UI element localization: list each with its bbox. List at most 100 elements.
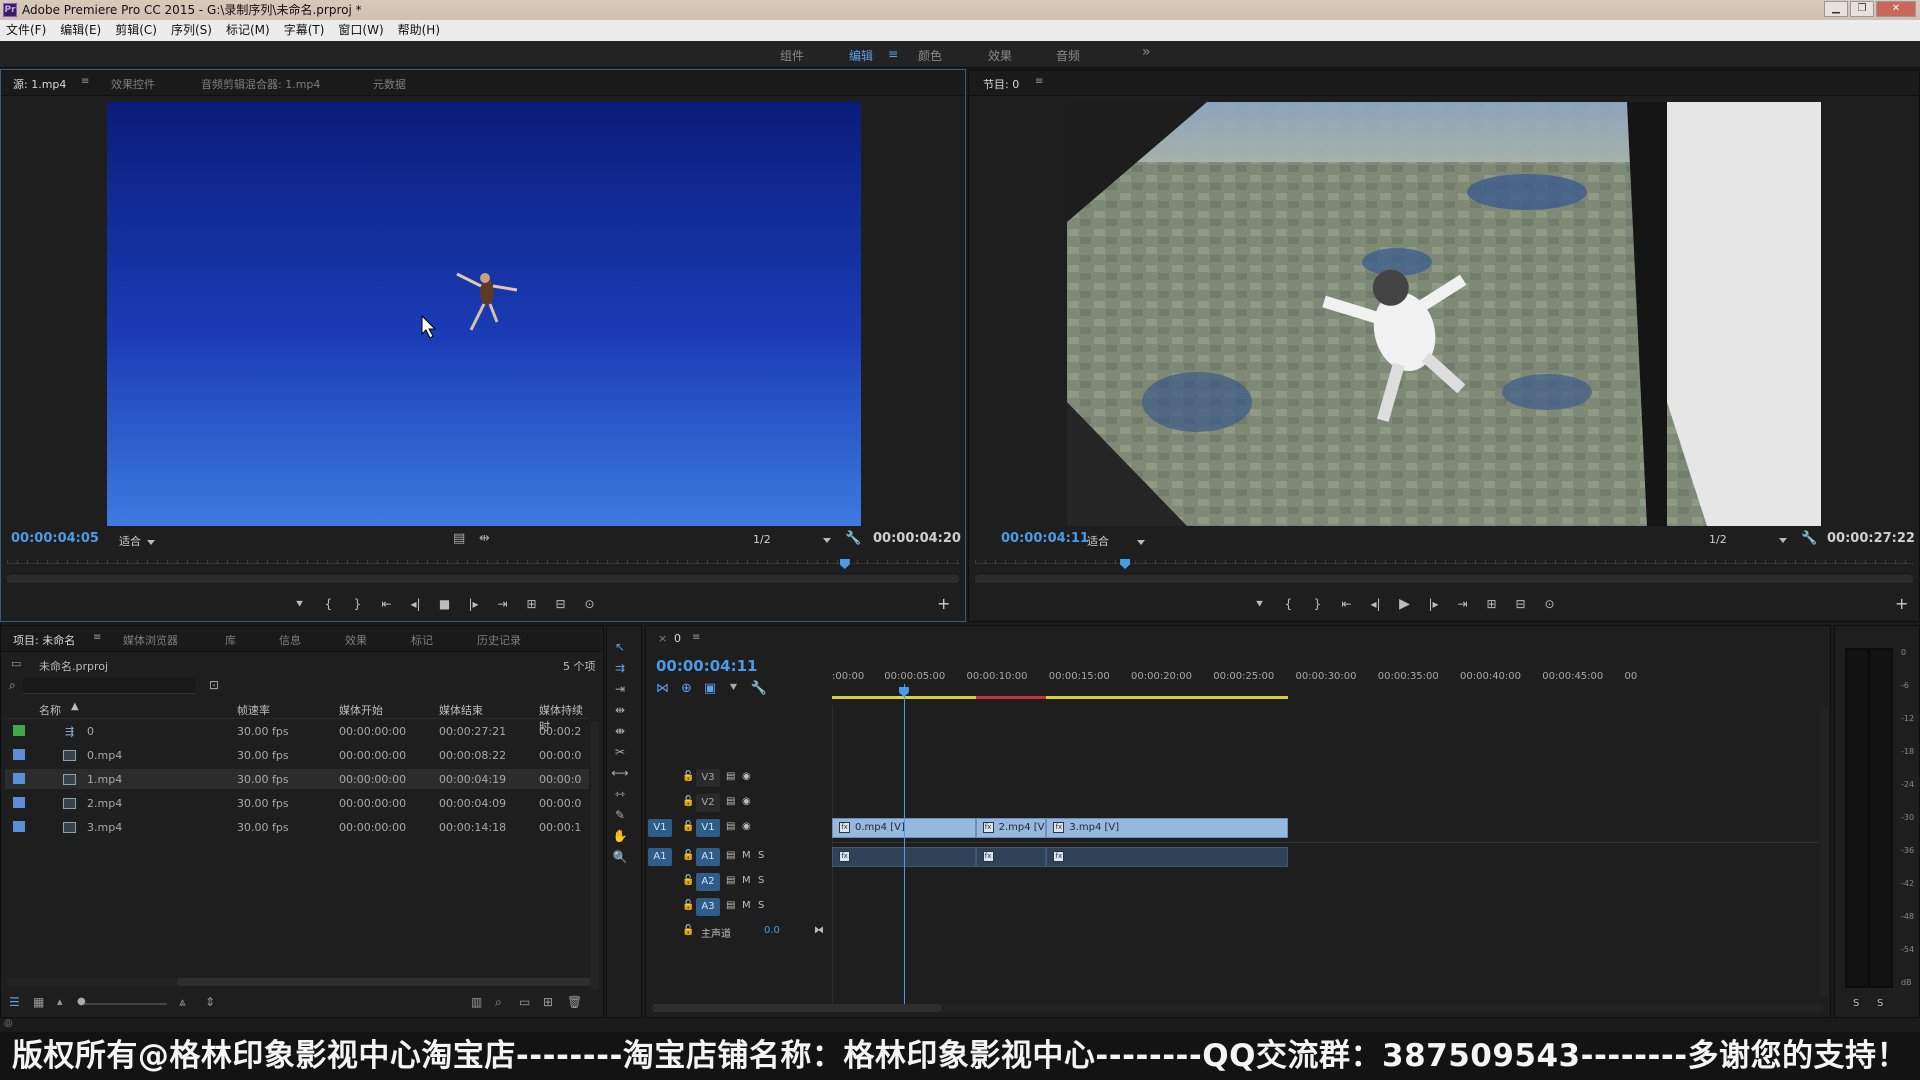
menu-title[interactable]: 字幕(T) xyxy=(284,20,325,41)
lock-icon[interactable]: 🔓 xyxy=(682,900,694,911)
project-horizontal-scrollbar[interactable] xyxy=(7,978,591,986)
track-target-v3[interactable]: V3 xyxy=(696,769,720,787)
lock-icon[interactable]: 🔓 xyxy=(682,796,694,807)
step-back-icon[interactable]: ◂| xyxy=(1361,595,1390,613)
label-color-swatch[interactable] xyxy=(13,725,25,736)
settings-wrench-icon[interactable]: 🔧 xyxy=(1801,531,1817,546)
export-frame-icon[interactable]: ⊙ xyxy=(575,595,604,613)
sync-lock-icon[interactable]: ▤ xyxy=(726,821,735,832)
mute-button[interactable]: M xyxy=(742,900,751,911)
step-forward-icon[interactable]: |▸ xyxy=(459,595,488,613)
workspace-color[interactable]: 颜色 xyxy=(918,47,942,64)
program-resolution-dropdown[interactable]: 1/2 xyxy=(1709,533,1787,546)
eye-icon[interactable]: ◉ xyxy=(742,796,751,807)
project-row[interactable]: 2.mp4 30.00 fps 00:00:00:00 00:00:04:09 … xyxy=(5,793,589,813)
video-clip[interactable]: fx 2.mp4 [V] xyxy=(975,818,1047,838)
ripple-edit-tool-icon[interactable]: ⇥ xyxy=(607,680,633,698)
project-search-input[interactable] xyxy=(23,678,195,694)
go-to-next-keyframe-icon[interactable]: ⧓ xyxy=(814,925,824,936)
column-media-end[interactable]: 媒体结束 xyxy=(439,702,483,718)
zoom-slider-handle[interactable]: ● xyxy=(77,996,86,1007)
go-to-out-icon[interactable]: ⇥ xyxy=(1448,595,1477,613)
mark-out-icon[interactable]: } xyxy=(343,595,372,613)
minimize-button[interactable]: ▁ xyxy=(1824,1,1848,17)
source-patch-v1[interactable]: V1 xyxy=(648,819,672,837)
source-button-editor-icon[interactable]: + xyxy=(937,594,950,613)
workspace-effects[interactable]: 效果 xyxy=(988,47,1012,64)
master-volume-value[interactable]: 0.0 xyxy=(764,925,780,936)
drag-video-icon[interactable]: ⇹ xyxy=(479,531,490,546)
tab-program[interactable]: 节目: 0 xyxy=(983,76,1019,92)
timeline-vertical-scrollbar[interactable] xyxy=(1820,706,1828,996)
solo-right-button[interactable]: S xyxy=(1877,998,1883,1009)
tab-audio-clip-mixer[interactable]: 音频剪辑混合器: 1.mp4 xyxy=(201,76,320,92)
lift-icon[interactable]: ⊞ xyxy=(1477,595,1506,613)
source-time-ruler[interactable] xyxy=(7,560,959,564)
tab-media-browser[interactable]: 媒体浏览器 xyxy=(123,632,178,648)
sort-ascending-icon[interactable]: ▲ xyxy=(71,701,79,712)
new-bin-from-search-icon[interactable]: ⊡ xyxy=(209,678,219,692)
track-target-v2[interactable]: V2 xyxy=(696,794,720,812)
project-tab-menu-icon[interactable]: ≡ xyxy=(93,632,101,643)
menu-window[interactable]: 窗口(W) xyxy=(338,20,383,41)
workspace-audio[interactable]: 音频 xyxy=(1056,47,1080,64)
step-back-icon[interactable]: ◂| xyxy=(401,595,430,613)
audio-clip[interactable]: fx xyxy=(1046,847,1289,867)
mark-in-icon[interactable]: { xyxy=(1274,595,1303,613)
program-tab-menu-icon[interactable]: ≡ xyxy=(1035,76,1043,87)
tab-sequence-0[interactable]: 0 xyxy=(674,632,681,645)
project-vertical-scrollbar[interactable] xyxy=(591,721,599,991)
timeline-tab-close-icon[interactable]: × xyxy=(658,632,667,645)
add-marker-icon[interactable]: ⯆ xyxy=(728,681,738,699)
tab-markers[interactable]: 标记 xyxy=(411,632,433,648)
sync-lock-icon[interactable]: ▤ xyxy=(726,796,735,807)
menu-help[interactable]: 帮助(H) xyxy=(398,20,440,41)
program-button-editor-icon[interactable]: + xyxy=(1895,594,1908,613)
lock-icon[interactable]: 🔓 xyxy=(682,850,694,861)
source-zoom-dropdown[interactable]: 适合 xyxy=(119,533,155,549)
program-current-timecode[interactable]: 00:00:04:11 xyxy=(1001,531,1089,546)
solo-button[interactable]: S xyxy=(758,850,764,861)
label-color-swatch[interactable] xyxy=(13,797,25,808)
maximize-button[interactable]: ❐ xyxy=(1850,1,1874,17)
razor-tool-icon[interactable]: ✂ xyxy=(607,743,633,761)
delete-icon[interactable]: 🗑 xyxy=(567,995,582,1009)
play-icon[interactable]: ▶ xyxy=(1390,595,1419,613)
solo-left-button[interactable]: S xyxy=(1853,998,1859,1009)
project-row[interactable]: ⇶ 0 30.00 fps 00:00:00:00 00:00:27:21 00… xyxy=(5,721,589,741)
rate-stretch-tool-icon[interactable]: ⇼ xyxy=(607,722,633,740)
go-to-out-icon[interactable]: ⇥ xyxy=(488,595,517,613)
source-patch-a1[interactable]: A1 xyxy=(648,848,672,866)
step-forward-icon[interactable]: |▸ xyxy=(1419,595,1448,613)
program-zoom-dropdown[interactable]: 适合 xyxy=(1087,533,1145,549)
insert-icon[interactable]: ⊞ xyxy=(517,595,546,613)
menu-file[interactable]: 文件(F) xyxy=(6,20,46,41)
mute-button[interactable]: M xyxy=(742,875,751,886)
source-current-timecode[interactable]: 00:00:04:05 xyxy=(11,531,99,546)
mute-button[interactable]: M xyxy=(742,850,751,861)
lock-icon[interactable]: 🔓 xyxy=(682,875,694,886)
track-select-tool-icon[interactable]: ⇉ xyxy=(607,659,633,677)
tab-metadata[interactable]: 元数据 xyxy=(373,76,406,92)
new-bin-icon[interactable]: ▭ xyxy=(519,995,530,1009)
eye-icon[interactable]: ◉ xyxy=(742,771,751,782)
column-frame-rate[interactable]: 帧速率 xyxy=(237,702,270,718)
slip-tool-icon[interactable]: ⟷ xyxy=(607,764,633,782)
close-button[interactable]: ✕ xyxy=(1876,1,1916,17)
go-to-in-icon[interactable]: ⇤ xyxy=(1332,595,1361,613)
sync-lock-icon[interactable]: ▤ xyxy=(726,875,735,886)
program-time-ruler[interactable] xyxy=(975,560,1913,564)
timeline-tab-menu-icon[interactable]: ≡ xyxy=(692,632,700,643)
track-target-v1[interactable]: V1 xyxy=(696,819,720,837)
tab-effect-controls[interactable]: 效果控件 xyxy=(111,76,155,92)
menu-clip[interactable]: 剪辑(C) xyxy=(115,20,157,41)
icon-view-icon[interactable]: ▦ xyxy=(33,995,44,1009)
zoom-slider[interactable] xyxy=(81,1003,167,1005)
export-frame-icon[interactable]: ⊙ xyxy=(1535,595,1564,613)
pen-tool-icon[interactable]: ✎ xyxy=(607,806,633,824)
scrollbar-thumb[interactable] xyxy=(177,978,591,986)
sync-lock-icon[interactable]: ▤ xyxy=(726,900,735,911)
selection-tool-icon[interactable]: ↖ xyxy=(607,638,633,656)
label-color-swatch[interactable] xyxy=(13,821,25,832)
zoom-tool-icon[interactable]: 🔍 xyxy=(607,848,633,866)
